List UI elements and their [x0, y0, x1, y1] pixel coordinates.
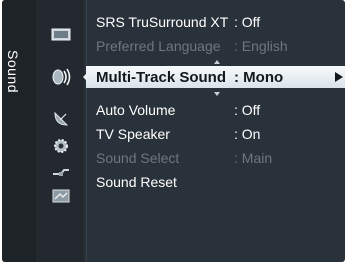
menu-item-label: SRS TruSurround XT [96, 14, 229, 30]
menu-item-value: : English [234, 38, 288, 54]
menu-item-auto-volume[interactable]: Auto Volume : Off [96, 100, 260, 120]
menu-item-tv-speaker[interactable]: TV Speaker : On [96, 124, 260, 144]
gear-icon[interactable] [50, 135, 72, 157]
menu-item-srs-trusurround[interactable]: SRS TruSurround XT : Off [96, 12, 260, 32]
menu-item-value: : Main [234, 150, 273, 166]
menu-item-label: Sound Reset [96, 174, 177, 190]
menu-item-value: : Off [234, 102, 261, 118]
sound-category-label: Sound [5, 50, 21, 93]
menu-item-label: Auto Volume [96, 102, 176, 118]
scroll-up-icon [214, 60, 220, 64]
selection-pointer [83, 73, 87, 81]
menu-item-label: Multi-Track Sound [96, 68, 227, 86]
menu-item-sound-reset[interactable]: Sound Reset [96, 172, 234, 192]
menu-item-label: Sound Select [96, 150, 180, 166]
menu-item-label: TV Speaker [96, 126, 170, 142]
menu-item-value: : Mono [234, 68, 284, 86]
sound-menu-screen: Sound SRS TruSurround XT: Off Preferred… [2, 0, 345, 262]
application-icon[interactable] [50, 185, 72, 207]
menu-item-multi-track-sound[interactable]: Multi-Track Sound : Mono [96, 67, 283, 87]
scroll-down-icon [214, 92, 220, 96]
menu-item-value: : On [234, 126, 261, 142]
sound-category-tab[interactable]: Sound [2, 0, 36, 262]
menu-item-value: : Off [234, 14, 261, 30]
satellite-dish-icon[interactable] [50, 108, 72, 130]
menu-item-sound-select: Sound Select : Main [96, 148, 272, 168]
submenu-arrow-icon[interactable] [335, 72, 343, 82]
speaker-sound-icon[interactable] [50, 66, 72, 88]
tv-picture-icon[interactable] [50, 24, 72, 46]
menu-divider [86, 0, 87, 262]
plug-input-icon[interactable] [50, 161, 72, 183]
menu-item-label: Preferred Language [96, 38, 221, 54]
menu-item-preferred-language: Preferred Language : English [96, 36, 288, 56]
